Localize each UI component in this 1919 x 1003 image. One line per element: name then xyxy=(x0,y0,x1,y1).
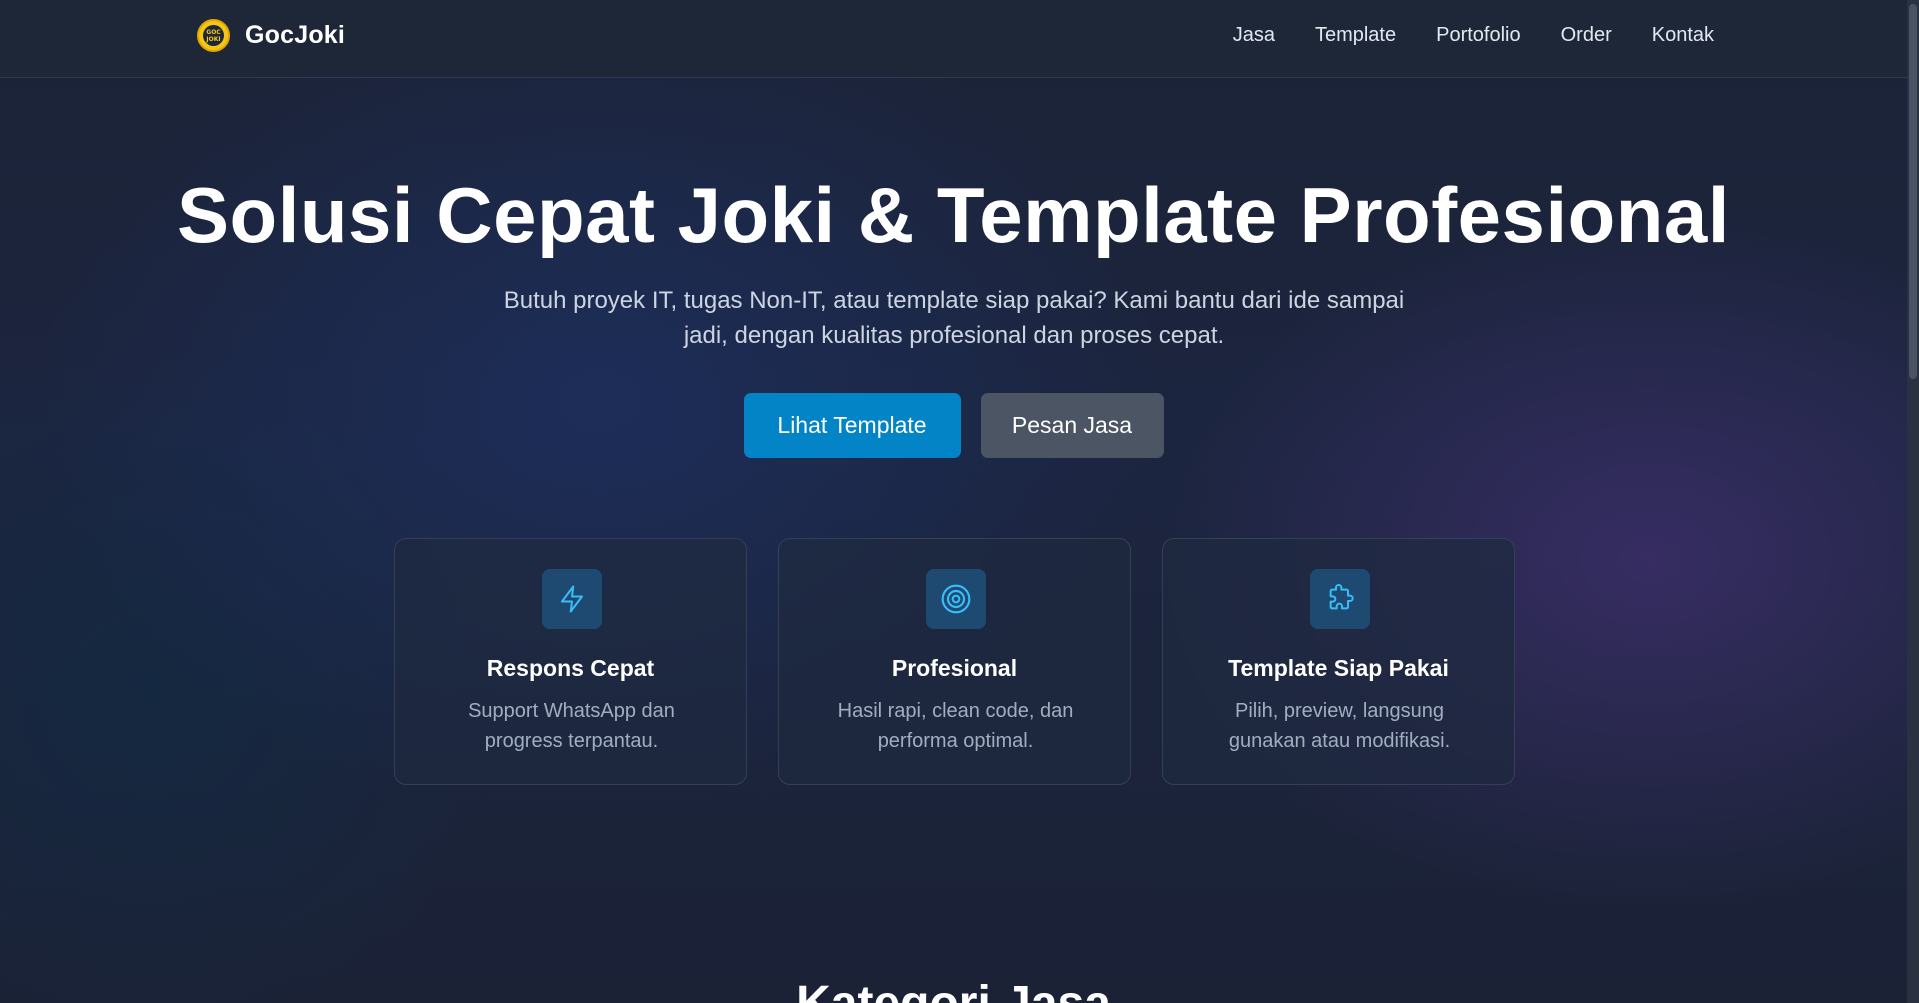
target-icon xyxy=(926,569,986,629)
scrollbar[interactable] xyxy=(1907,0,1919,1003)
feature-card-template: Template Siap Pakai Pilih, preview, lang… xyxy=(1162,538,1515,785)
navbar: GOC JOKI GocJoki Jasa Template Portofoli… xyxy=(0,0,1907,78)
order-service-button[interactable]: Pesan Jasa xyxy=(980,393,1164,458)
logo-icon: GOC JOKI xyxy=(197,19,230,52)
feature-description: Hasil rapi, clean code, dan performa opt… xyxy=(837,700,1074,752)
nav-link-portofolio[interactable]: Portofolio xyxy=(1436,24,1521,47)
nav-menu: Jasa Template Portofolio Order Kontak xyxy=(1233,24,1714,47)
hero-subtitle: Butuh proyek IT, tugas Non-IT, atau temp… xyxy=(503,287,1405,349)
nav-link-kontak[interactable]: Kontak xyxy=(1652,24,1714,47)
nav-link-jasa[interactable]: Jasa xyxy=(1233,24,1275,47)
feature-title: Respons Cepat xyxy=(486,655,655,681)
lightning-icon xyxy=(542,569,602,629)
feature-title: Template Siap Pakai xyxy=(1228,655,1449,681)
logo-text: GOC JOKI xyxy=(203,25,224,46)
section-title-kategori: Kategori Jasa xyxy=(0,976,1907,1003)
scrollbar-thumb[interactable] xyxy=(1909,4,1917,379)
hero-title: Solusi Cepat Joki & Template Profesional xyxy=(177,171,1730,259)
feature-card-respons: Respons Cepat Support WhatsApp dan progr… xyxy=(394,538,747,785)
feature-description: Support WhatsApp dan progress terpantau. xyxy=(468,700,675,752)
brand-name: GocJoki xyxy=(245,21,346,49)
puzzle-icon xyxy=(1310,569,1370,629)
feature-title: Profesional xyxy=(891,655,1018,681)
page: GOC JOKI GocJoki Jasa Template Portofoli… xyxy=(0,0,1919,1003)
view-template-button[interactable]: Lihat Template xyxy=(743,393,961,458)
nav-link-order[interactable]: Order xyxy=(1561,24,1612,47)
brand[interactable]: GOC JOKI GocJoki xyxy=(197,19,345,52)
nav-link-template[interactable]: Template xyxy=(1315,24,1396,47)
feature-cards: Respons Cepat Support WhatsApp dan progr… xyxy=(394,538,1515,785)
hero-buttons: Lihat Template Pesan Jasa xyxy=(0,393,1907,458)
feature-description: Pilih, preview, langsung gunakan atau mo… xyxy=(1228,700,1451,752)
feature-card-profesional: Profesional Hasil rapi, clean code, dan … xyxy=(778,538,1131,785)
